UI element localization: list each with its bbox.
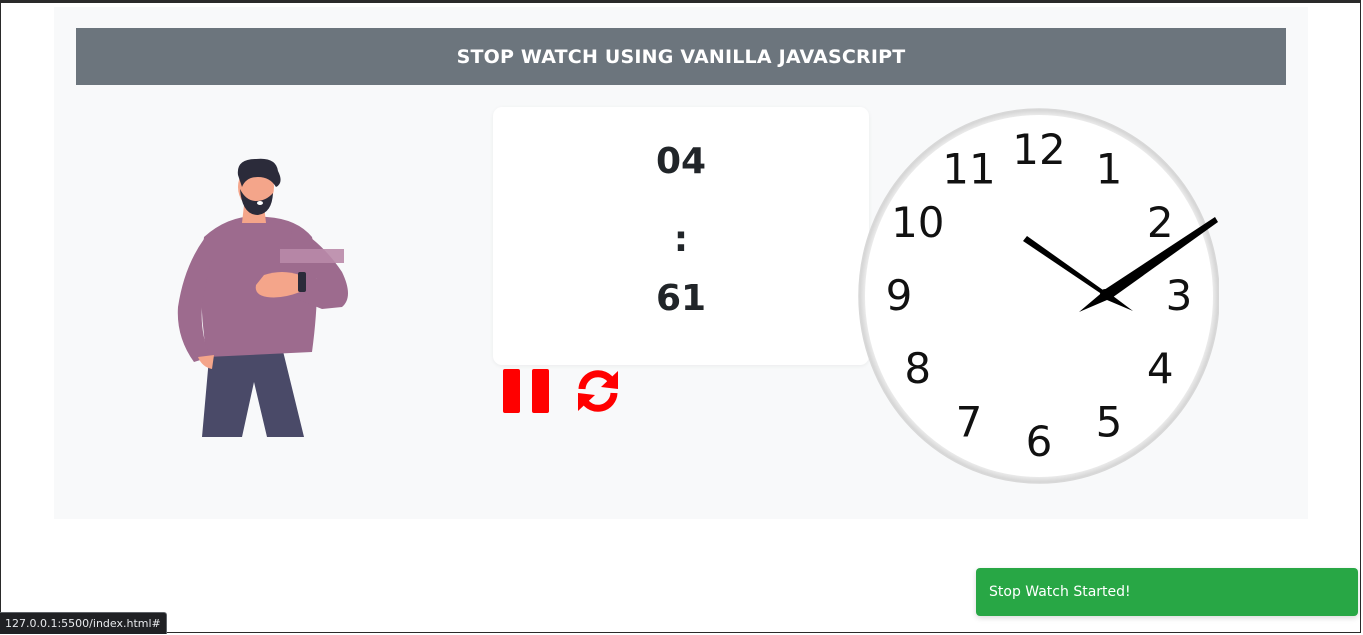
- refresh-icon: [578, 370, 618, 412]
- timer-separator: :: [673, 219, 689, 260]
- clock-numeral-12: 12: [1012, 125, 1065, 174]
- clock-numeral-11: 11: [942, 145, 995, 194]
- browser-viewport: STOP WATCH USING VANILLA JAVASCRIPT 04:…: [0, 0, 1361, 633]
- pause-button[interactable]: [503, 367, 549, 415]
- status-bar-url: 127.0.0.1:5500/index.html#: [0, 612, 167, 634]
- clock-numeral-2: 2: [1147, 198, 1174, 247]
- clock-numeral-10: 10: [891, 198, 944, 247]
- page-title-bar: STOP WATCH USING VANILLA JAVASCRIPT: [76, 28, 1286, 85]
- clock-numeral-8: 8: [904, 344, 931, 393]
- toast-message: Stop Watch Started!: [989, 584, 1131, 600]
- pause-icon: [503, 369, 549, 413]
- timer-controls: [501, 367, 631, 419]
- page-title: STOP WATCH USING VANILLA JAVASCRIPT: [456, 45, 906, 68]
- man-checking-watch-illustration: [177, 158, 348, 437]
- clock-numeral-9: 9: [886, 271, 913, 320]
- reset-button[interactable]: [574, 367, 622, 415]
- clock-numeral-3: 3: [1166, 271, 1193, 320]
- timer-minutes: 04: [655, 141, 707, 182]
- analog-clock-image: 12 1 2 3 4 5 6 7 8 9 10 11: [858, 108, 1219, 484]
- clock-numeral-6: 6: [1026, 417, 1053, 466]
- clock-numeral-5: 5: [1096, 397, 1123, 446]
- timer-seconds: 61: [655, 278, 707, 319]
- timer-display-card: 04 : 61: [493, 107, 869, 365]
- clock-center-pin: [1100, 289, 1110, 299]
- clock-numeral-7: 7: [956, 397, 983, 446]
- toast-notification[interactable]: Stop Watch Started!: [976, 568, 1358, 616]
- clock-numeral-4: 4: [1147, 344, 1174, 393]
- clock-numeral-1: 1: [1096, 145, 1123, 194]
